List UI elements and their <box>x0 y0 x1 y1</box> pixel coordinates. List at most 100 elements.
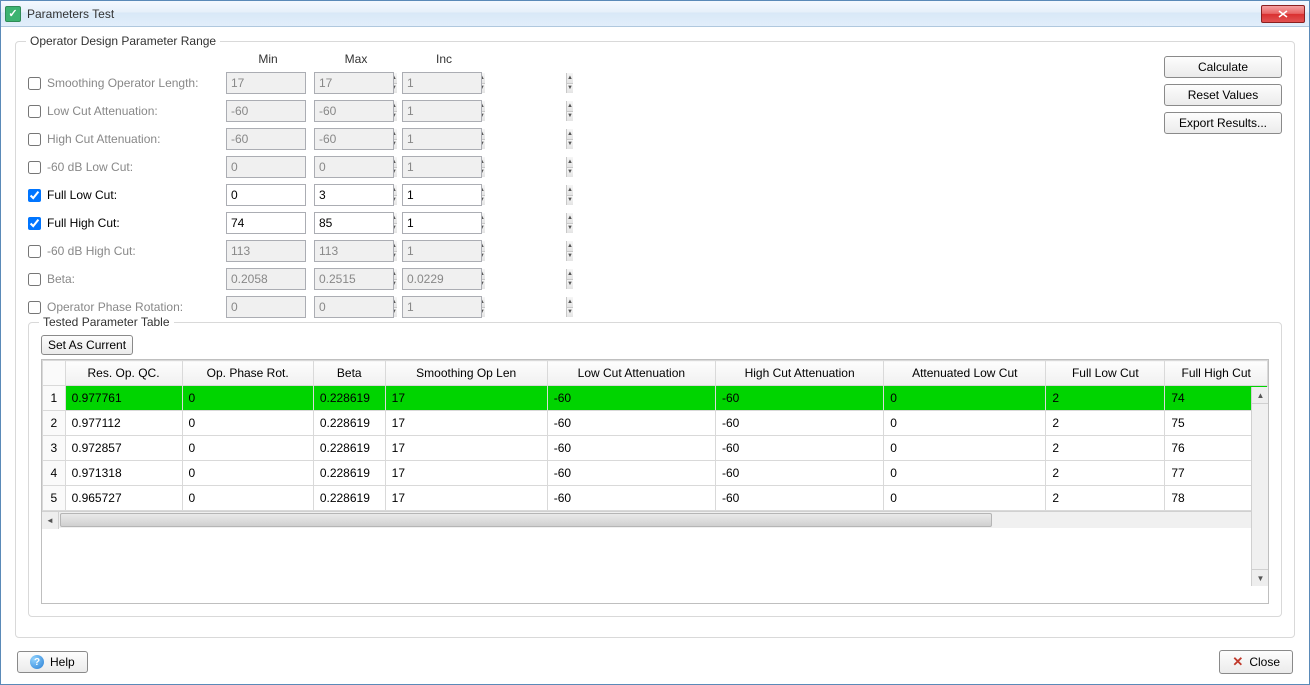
set-as-current-button[interactable]: Set As Current <box>41 335 133 355</box>
vertical-scrollbar[interactable]: ▲ ▼ <box>1251 387 1268 586</box>
spinner-min: ▲▼ <box>226 240 306 262</box>
column-header[interactable]: Beta <box>313 361 385 386</box>
spin-up-icon[interactable]: ▲ <box>567 213 573 224</box>
table-cell: 0 <box>884 436 1046 461</box>
param-row-6[interactable]: -60 dB High Cut: <box>28 244 222 258</box>
header-min: Min <box>226 52 310 66</box>
column-header[interactable]: Full High Cut <box>1165 361 1268 386</box>
scroll-up-icon[interactable]: ▲ <box>1252 387 1269 404</box>
param-row-7[interactable]: Beta: <box>28 272 222 286</box>
spin-up-icon: ▲ <box>567 241 573 252</box>
spinner-min[interactable]: ▲▼ <box>226 212 306 234</box>
scroll-left-icon[interactable]: ◄ <box>42 512 59 529</box>
param-row-3[interactable]: -60 dB Low Cut: <box>28 160 222 174</box>
table-cell: 0 <box>182 461 313 486</box>
spin-down-icon: ▼ <box>567 140 573 150</box>
spin-down-icon[interactable]: ▼ <box>567 224 573 234</box>
spinner-inc: ▲▼ <box>402 240 482 262</box>
param-row-0[interactable]: Smoothing Operator Length: <box>28 76 222 90</box>
header-max: Max <box>314 52 398 66</box>
param-range-title: Operator Design Parameter Range <box>26 34 220 48</box>
param-checkbox[interactable] <box>28 217 41 230</box>
table-cell: 17 <box>385 436 547 461</box>
table-cell: 0 <box>182 436 313 461</box>
param-range-group: Operator Design Parameter Range Min Max … <box>15 41 1295 638</box>
column-header[interactable]: Res. Op. QC. <box>65 361 182 386</box>
table-cell: -60 <box>715 411 883 436</box>
param-row-8[interactable]: Operator Phase Rotation: <box>28 300 222 314</box>
table-cell: 0.972857 <box>65 436 182 461</box>
param-label-text: High Cut Attenuation: <box>47 132 160 146</box>
table-cell: 17 <box>385 386 547 411</box>
table-row[interactable]: 30.97285700.22861917-60-600276 <box>43 436 1268 461</box>
titlebar: ✓ Parameters Test <box>1 1 1309 27</box>
scroll-thumb[interactable] <box>60 513 992 527</box>
spinner-input[interactable] <box>403 185 566 205</box>
param-checkbox[interactable] <box>28 189 41 202</box>
spin-down-icon: ▼ <box>567 308 573 318</box>
close-button[interactable]: ✕ Close <box>1219 650 1293 674</box>
spinner-input[interactable] <box>403 213 566 233</box>
horizontal-scrollbar[interactable]: ◄ ► <box>42 511 1268 528</box>
table-cell: 2 <box>1046 436 1165 461</box>
column-header[interactable]: Smoothing Op Len <box>385 361 547 386</box>
table-cell: 0 <box>884 411 1046 436</box>
window-close-button[interactable] <box>1261 5 1305 23</box>
spinner-inc[interactable]: ▲▼ <box>402 212 482 234</box>
spinner-max: ▲▼ <box>314 268 394 290</box>
table-row[interactable]: 50.96572700.22861917-60-600278 <box>43 486 1268 511</box>
column-header[interactable]: Op. Phase Rot. <box>182 361 313 386</box>
table-cell: -60 <box>547 436 715 461</box>
close-label: Close <box>1249 655 1280 669</box>
column-header[interactable]: Attenuated Low Cut <box>884 361 1046 386</box>
spinner-min[interactable]: ▲▼ <box>226 184 306 206</box>
table-cell: -60 <box>547 461 715 486</box>
table-cell: 0.228619 <box>313 436 385 461</box>
export-results-button[interactable]: Export Results... <box>1164 112 1282 134</box>
results-table[interactable]: Res. Op. QC.Op. Phase Rot.BetaSmoothing … <box>42 360 1268 511</box>
spinner-max: ▲▼ <box>314 128 394 150</box>
column-header[interactable]: Low Cut Attenuation <box>547 361 715 386</box>
table-cell: 0.977112 <box>65 411 182 436</box>
spinner-max[interactable]: ▲▼ <box>314 184 394 206</box>
scroll-down-icon[interactable]: ▼ <box>1252 569 1269 586</box>
param-checkbox[interactable] <box>28 105 41 118</box>
calculate-button[interactable]: Calculate <box>1164 56 1282 78</box>
param-checkbox[interactable] <box>28 133 41 146</box>
param-checkbox[interactable] <box>28 245 41 258</box>
window-title: Parameters Test <box>27 7 114 21</box>
spin-up-icon: ▲ <box>567 73 573 84</box>
param-checkbox[interactable] <box>28 161 41 174</box>
param-checkbox[interactable] <box>28 301 41 314</box>
column-header[interactable]: High Cut Attenuation <box>715 361 883 386</box>
spinner-inc: ▲▼ <box>402 100 482 122</box>
param-checkbox[interactable] <box>28 273 41 286</box>
spin-up-icon[interactable]: ▲ <box>567 185 573 196</box>
param-row-4[interactable]: Full Low Cut: <box>28 188 222 202</box>
table-cell: 0 <box>182 386 313 411</box>
spinner-max[interactable]: ▲▼ <box>314 212 394 234</box>
param-row-1[interactable]: Low Cut Attenuation: <box>28 104 222 118</box>
reset-values-button[interactable]: Reset Values <box>1164 84 1282 106</box>
table-row[interactable]: 40.97131800.22861917-60-600277 <box>43 461 1268 486</box>
help-button[interactable]: ? Help <box>17 651 88 673</box>
spinner-inc: ▲▼ <box>402 296 482 318</box>
table-cell: -60 <box>715 436 883 461</box>
table-row[interactable]: 20.97711200.22861917-60-600275 <box>43 411 1268 436</box>
column-header[interactable]: Full Low Cut <box>1046 361 1165 386</box>
param-label-text: Full High Cut: <box>47 216 120 230</box>
row-number: 1 <box>43 386 66 411</box>
table-cell: 0.971318 <box>65 461 182 486</box>
table-cell: 0 <box>182 411 313 436</box>
spinner-inc[interactable]: ▲▼ <box>402 184 482 206</box>
param-row-5[interactable]: Full High Cut: <box>28 216 222 230</box>
param-row-2[interactable]: High Cut Attenuation: <box>28 132 222 146</box>
table-cell: -60 <box>547 411 715 436</box>
side-buttons: Calculate Reset Values Export Results... <box>1164 56 1282 134</box>
spin-down-icon[interactable]: ▼ <box>567 196 573 206</box>
table-cell: 0 <box>884 386 1046 411</box>
param-checkbox[interactable] <box>28 77 41 90</box>
table-row[interactable]: 10.97776100.22861917-60-600274 <box>43 386 1268 411</box>
param-label-text: -60 dB High Cut: <box>47 244 136 258</box>
table-cell: 0.228619 <box>313 486 385 511</box>
